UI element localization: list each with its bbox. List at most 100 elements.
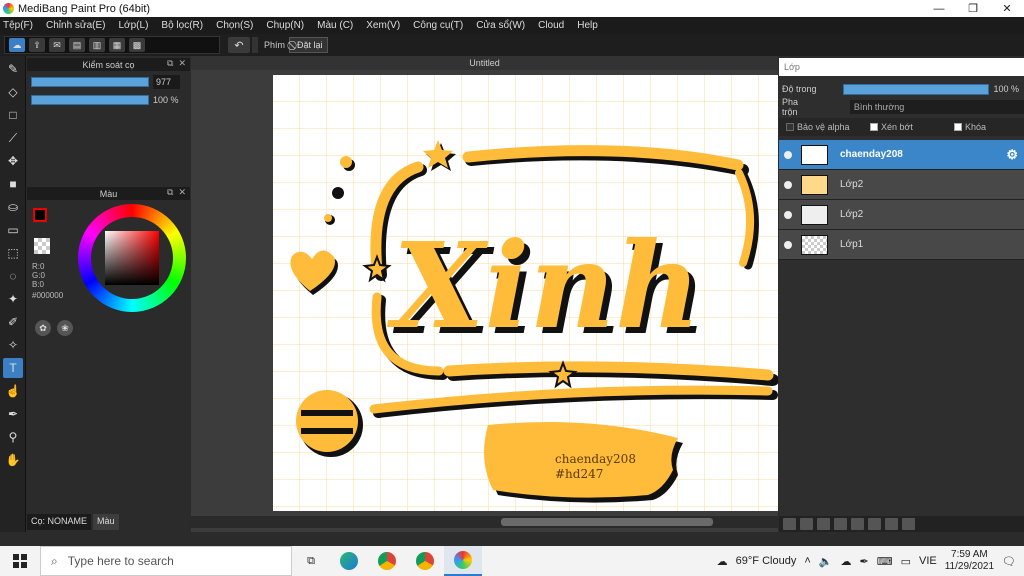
blend-mode-select[interactable]: Bình thường (849, 100, 1024, 114)
operation-tool-icon[interactable]: ☝ (3, 381, 23, 401)
gradient-tool-icon[interactable]: ▭ (3, 220, 23, 240)
merge-down-icon[interactable] (868, 518, 881, 530)
notification-icon[interactable]: 🗨 (1002, 555, 1016, 568)
cloud-icon[interactable]: ☁ (9, 38, 25, 52)
new-layer-icon[interactable] (783, 518, 796, 530)
select-pen-icon[interactable]: ✐ (3, 312, 23, 332)
close-button[interactable]: ✕ (990, 0, 1024, 17)
scrollbar-thumb[interactable] (501, 518, 713, 526)
magic-wand-icon[interactable]: ✦ (3, 289, 23, 309)
weather-icon[interactable]: ☁ (717, 555, 728, 568)
volume-icon[interactable]: 🔈 (819, 555, 833, 568)
menu-view[interactable]: Xem(V) (366, 20, 400, 31)
add-layer-menu-icon[interactable] (834, 518, 847, 530)
hand-tool-icon[interactable]: ✋ (3, 450, 23, 470)
document-canvas[interactable]: Xinh Xinh chaenday208 #hd247 (273, 75, 778, 511)
color-palette-icon[interactable]: ✿ (35, 320, 51, 336)
weather-text[interactable]: 69°F Cloudy (736, 555, 797, 567)
menu-select[interactable]: Chọn(S) (216, 20, 253, 31)
menu-color[interactable]: Màu (C) (317, 20, 353, 31)
clip-checkbox[interactable]: Xén bớt (870, 122, 954, 132)
grid-icon[interactable]: ▦ (109, 38, 125, 52)
menu-file[interactable]: Tệp(F) (3, 20, 33, 31)
select-eraser-icon[interactable]: ✧ (3, 335, 23, 355)
chat-icon[interactable]: ▤ (69, 38, 85, 52)
layer-item[interactable]: Lớp1 (779, 230, 1024, 260)
maximize-button[interactable]: ❐ (956, 0, 990, 17)
trash-icon[interactable] (902, 518, 915, 530)
minimize-button[interactable]: — (922, 0, 956, 17)
language-indicator[interactable]: VIE (919, 555, 937, 567)
layer-item[interactable]: Lớp2 (779, 200, 1024, 230)
visibility-icon[interactable] (784, 180, 792, 189)
brush-tool-icon[interactable]: ✎ (3, 59, 23, 79)
color-set-icon[interactable]: ❀ (57, 320, 73, 336)
select-rect-icon[interactable]: ⬚ (3, 243, 23, 263)
visibility-icon[interactable] (784, 240, 792, 249)
layer-opacity-slider[interactable] (842, 83, 989, 95)
gear-icon[interactable]: ⚙ (1006, 147, 1018, 163)
shape-tool-icon[interactable]: □ (3, 105, 23, 125)
reset-button[interactable]: ⃠ Đặt lại (289, 37, 328, 53)
horizontal-scrollbar[interactable] (191, 516, 778, 528)
menu-filter[interactable]: Bộ lọc(R) (161, 20, 203, 31)
taskbar-search-box[interactable]: ⌕ Type here to search (40, 546, 292, 576)
text-tool-icon[interactable]: T (3, 358, 23, 378)
brush-opacity-slider[interactable] (31, 95, 149, 105)
menu-tools[interactable]: Công cụ(T) (413, 20, 463, 31)
eyedropper-icon[interactable]: ✒ (3, 404, 23, 424)
duplicate-layer-icon[interactable] (800, 518, 813, 530)
brush-size-value[interactable]: 977 (153, 75, 180, 89)
chevron-up-icon[interactable]: ˄ (804, 555, 810, 567)
foreground-color-swatch[interactable] (33, 208, 47, 222)
saturation-value-square[interactable] (105, 231, 159, 285)
material-icon[interactable]: ▩ (129, 38, 145, 52)
taskbar-clock[interactable]: 7:59 AM 11/29/2021 (945, 549, 994, 573)
lasso-tool-icon[interactable]: ◌ (3, 266, 23, 286)
protect-alpha-checkbox[interactable]: Bảo vệ alpha (786, 122, 870, 132)
dropper-tool-icon[interactable]: ⚲ (3, 427, 23, 447)
move-tool-icon[interactable]: ✥ (3, 151, 23, 171)
eraser-tool-icon[interactable]: ◇ (3, 82, 23, 102)
dot-brush-icon[interactable]: ⟋ (3, 128, 23, 148)
folder-icon[interactable] (851, 518, 864, 530)
start-button[interactable] (0, 546, 40, 576)
fill-rect-icon[interactable]: ■ (3, 174, 23, 194)
menu-layer[interactable]: Lớp(L) (119, 20, 149, 31)
menu-window[interactable]: Cửa sổ(W) (476, 20, 525, 31)
brush-size-slider[interactable] (31, 77, 149, 87)
layer-settings-icon[interactable] (885, 518, 898, 530)
medibang-taskbar-icon[interactable] (444, 546, 482, 576)
pen-icon[interactable]: ✒ (859, 555, 868, 568)
network-icon[interactable]: ☁ (840, 555, 851, 568)
transparent-color-swatch[interactable] (34, 238, 50, 254)
visibility-icon[interactable] (784, 210, 792, 219)
brush-tab[interactable]: Cọ: NONAME (27, 514, 92, 530)
share-icon[interactable]: ⇪ (29, 38, 45, 52)
visibility-icon[interactable] (784, 150, 792, 159)
edge-icon[interactable] (330, 546, 368, 576)
lock-checkbox[interactable]: Khóa (954, 122, 986, 132)
color-tab[interactable]: Màu (93, 514, 119, 530)
close-panel-icon[interactable]: ✕ (178, 58, 186, 69)
close-panel-icon[interactable]: ✕ (178, 187, 186, 198)
menu-help[interactable]: Help (577, 20, 598, 31)
task-view-icon[interactable]: ⧉ (292, 546, 330, 576)
popout-icon[interactable]: ⧉ (167, 58, 173, 69)
layer-item[interactable]: Lớp2 (779, 170, 1024, 200)
document-icon[interactable]: ▥ (89, 38, 105, 52)
new-halftone-layer-icon[interactable] (817, 518, 830, 530)
hue-ring[interactable] (78, 204, 186, 312)
menu-edit[interactable]: Chỉnh sửa(E) (46, 20, 106, 31)
comment-icon[interactable]: ✉ (49, 38, 65, 52)
menu-cloud[interactable]: Cloud (538, 20, 564, 31)
layer-item[interactable]: chaenday208 ⚙ (779, 140, 1024, 170)
bucket-tool-icon[interactable]: ⛀ (3, 197, 23, 217)
chrome-profile-icon[interactable] (406, 546, 444, 576)
menu-snap[interactable]: Chụp(N) (266, 20, 304, 31)
undo-button[interactable]: ↶ (228, 37, 250, 53)
popout-icon[interactable]: ⧉ (167, 187, 173, 198)
document-tab[interactable]: Untitled (191, 56, 778, 70)
chrome-icon[interactable] (368, 546, 406, 576)
keyboard-icon[interactable]: ⌨ (877, 555, 893, 568)
